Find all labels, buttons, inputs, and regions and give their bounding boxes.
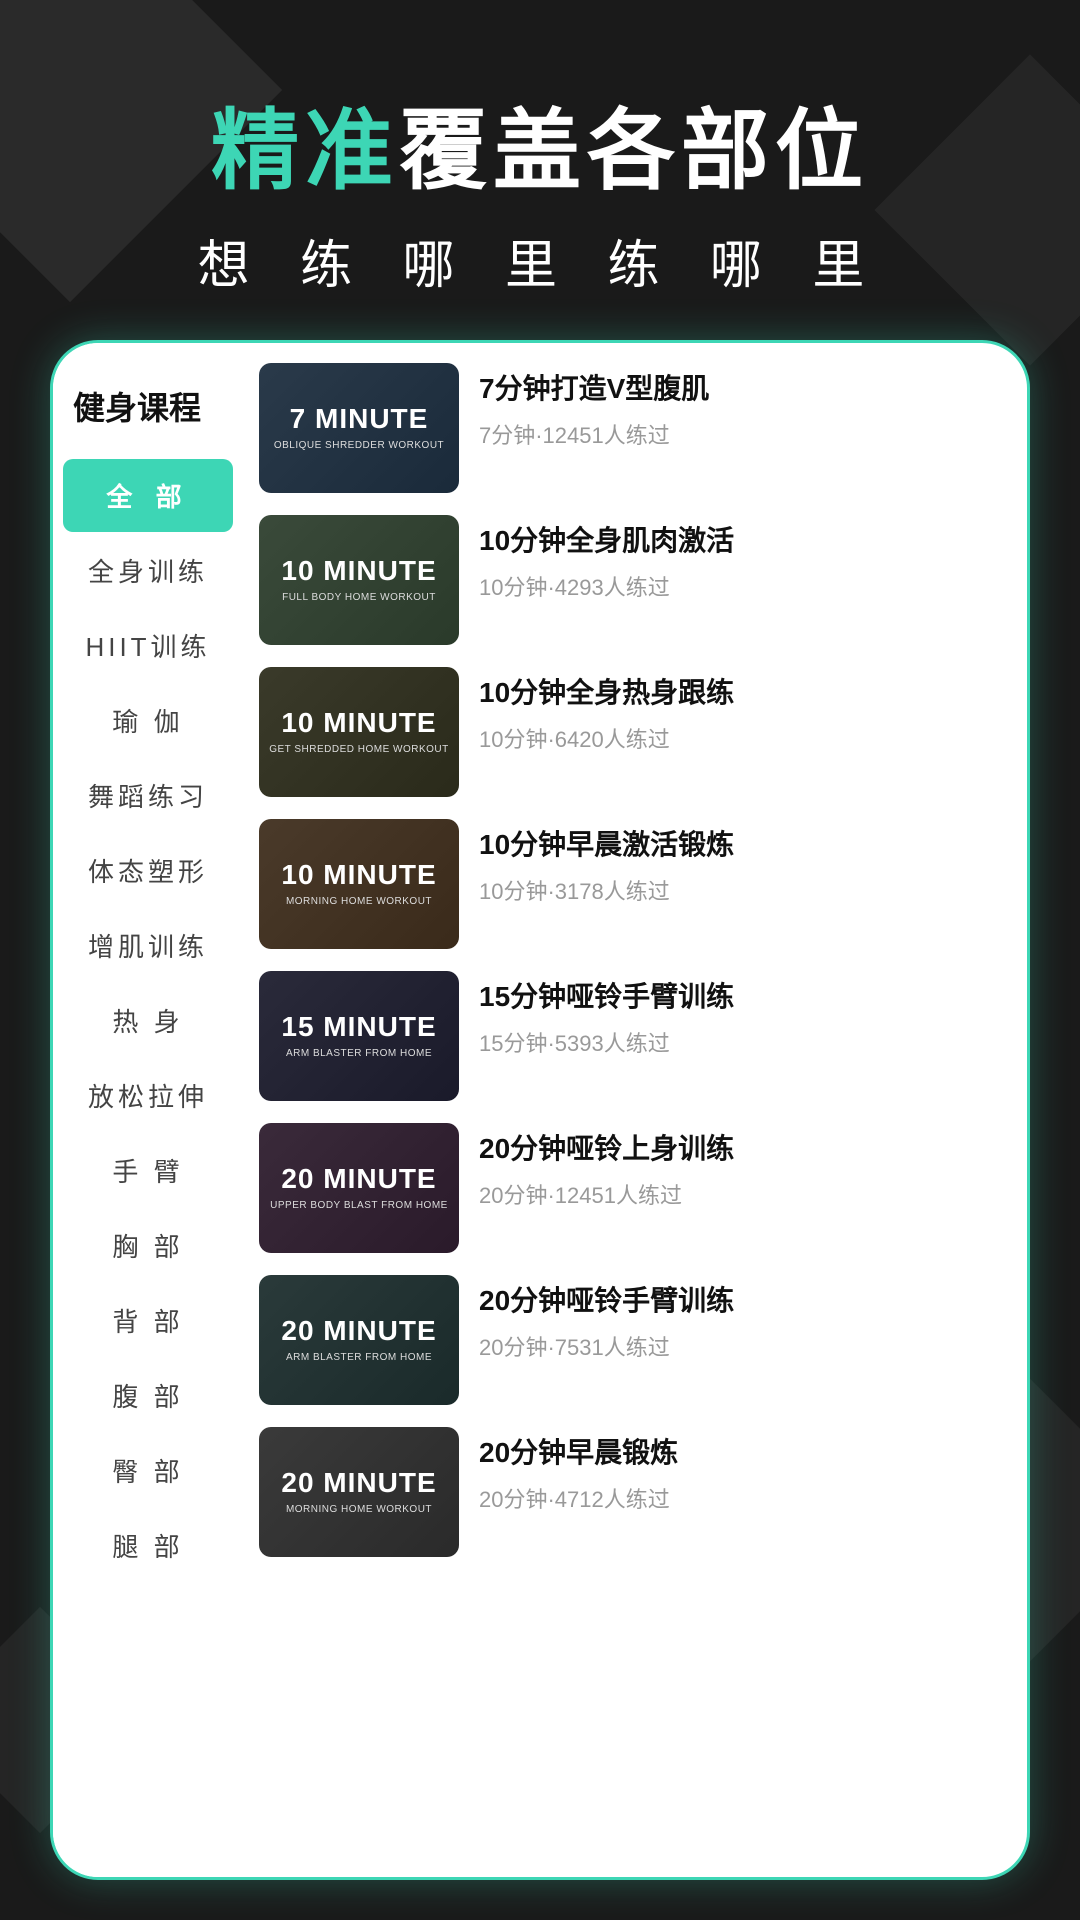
workout-title-2: 10分钟全身热身跟练 [479, 673, 1003, 712]
sidebar-item-1[interactable]: 全身训练 [63, 534, 233, 607]
workout-title-5: 20分钟哑铃上身训练 [479, 1129, 1003, 1168]
thumbnail-label-2: 10 MINUTE [269, 708, 449, 739]
main-card: 健身课程 全 部全身训练HIIT训练瑜 伽舞蹈练习体态塑形增肌训练热 身放松拉伸… [50, 340, 1030, 1880]
card-inner: 健身课程 全 部全身训练HIIT训练瑜 伽舞蹈练习体态塑形增肌训练热 身放松拉伸… [53, 343, 1027, 1877]
thumbnail-sub-5: UPPER BODY BLAST FROM HOME [270, 1199, 448, 1212]
sidebar-item-5[interactable]: 体态塑形 [63, 834, 233, 907]
thumbnail-sub-2: GET SHREDDED HOME WORKOUT [269, 743, 449, 756]
workout-item-2[interactable]: 10 MINUTE GET SHREDDED HOME WORKOUT 10分钟… [259, 667, 1003, 797]
content-area[interactable]: 7 MINUTE OBLIQUE SHREDDER WORKOUT 7分钟打造V… [243, 343, 1027, 1877]
sidebar-item-11[interactable]: 背 部 [63, 1284, 233, 1357]
thumbnail-sub-6: ARM BLASTER FROM HOME [281, 1351, 436, 1364]
workout-title-6: 20分钟哑铃手臂训练 [479, 1281, 1003, 1320]
workout-list: 7 MINUTE OBLIQUE SHREDDER WORKOUT 7分钟打造V… [259, 363, 1003, 1557]
header-normal-text: 覆盖各部位 [399, 101, 869, 200]
workout-meta-1: 10分钟·4293人练过 [479, 570, 1003, 602]
thumbnail-text-3: 10 MINUTE MORNING HOME WORKOUT [281, 860, 436, 908]
workout-info-1: 10分钟全身肌肉激活 10分钟·4293人练过 [479, 515, 1003, 602]
workout-title-3: 10分钟早晨激活锻炼 [479, 825, 1003, 864]
thumbnail-label-4: 15 MINUTE [281, 1012, 436, 1043]
workout-thumbnail-1[interactable]: 10 MINUTE FULL BODY HOME WORKOUT [259, 515, 459, 645]
workout-thumbnail-6[interactable]: 20 MINUTE ARM BLASTER FROM HOME [259, 1275, 459, 1405]
sidebar-item-4[interactable]: 舞蹈练习 [63, 759, 233, 832]
workout-meta-6: 20分钟·7531人练过 [479, 1330, 1003, 1362]
workout-thumbnail-5[interactable]: 20 MINUTE UPPER BODY BLAST FROM HOME [259, 1123, 459, 1253]
sidebar-item-9[interactable]: 手 臂 [63, 1134, 233, 1207]
thumbnail-sub-3: MORNING HOME WORKOUT [281, 895, 436, 908]
workout-meta-3: 10分钟·3178人练过 [479, 874, 1003, 906]
sidebar-item-0[interactable]: 全 部 [63, 459, 233, 532]
thumbnail-sub-4: ARM BLASTER FROM HOME [281, 1047, 436, 1060]
workout-item-7[interactable]: 20 MINUTE MORNING HOME WORKOUT 20分钟早晨锻炼 … [259, 1427, 1003, 1557]
thumbnail-sub-1: FULL BODY HOME WORKOUT [281, 591, 436, 604]
workout-item-6[interactable]: 20 MINUTE ARM BLASTER FROM HOME 20分钟哑铃手臂… [259, 1275, 1003, 1405]
header-accent-text: 精准 [211, 101, 399, 200]
sidebar-item-14[interactable]: 腿 部 [63, 1509, 233, 1582]
sidebar-item-7[interactable]: 热 身 [63, 984, 233, 1057]
thumbnail-text-4: 15 MINUTE ARM BLASTER FROM HOME [281, 1012, 436, 1060]
header-title-line1: 精准覆盖各部位 [40, 80, 1040, 207]
workout-info-7: 20分钟早晨锻炼 20分钟·4712人练过 [479, 1427, 1003, 1514]
workout-item-0[interactable]: 7 MINUTE OBLIQUE SHREDDER WORKOUT 7分钟打造V… [259, 363, 1003, 493]
workout-meta-2: 10分钟·6420人练过 [479, 722, 1003, 754]
sidebar-item-13[interactable]: 臀 部 [63, 1434, 233, 1507]
workout-thumbnail-3[interactable]: 10 MINUTE MORNING HOME WORKOUT [259, 819, 459, 949]
sidebar-item-8[interactable]: 放松拉伸 [63, 1059, 233, 1132]
workout-meta-0: 7分钟·12451人练过 [479, 418, 1003, 450]
sidebar-item-2[interactable]: HIIT训练 [63, 609, 233, 682]
workout-meta-5: 20分钟·12451人练过 [479, 1178, 1003, 1210]
header: 精准覆盖各部位 想 练 哪 里 练 哪 里 [0, 0, 1080, 338]
thumbnail-text-1: 10 MINUTE FULL BODY HOME WORKOUT [281, 556, 436, 604]
workout-item-4[interactable]: 15 MINUTE ARM BLASTER FROM HOME 15分钟哑铃手臂… [259, 971, 1003, 1101]
workout-info-5: 20分钟哑铃上身训练 20分钟·12451人练过 [479, 1123, 1003, 1210]
sidebar-item-6[interactable]: 增肌训练 [63, 909, 233, 982]
thumbnail-text-5: 20 MINUTE UPPER BODY BLAST FROM HOME [270, 1164, 448, 1212]
workout-title-4: 15分钟哑铃手臂训练 [479, 977, 1003, 1016]
thumbnail-label-1: 10 MINUTE [281, 556, 436, 587]
thumbnail-label-3: 10 MINUTE [281, 860, 436, 891]
workout-thumbnail-7[interactable]: 20 MINUTE MORNING HOME WORKOUT [259, 1427, 459, 1557]
header-subtitle: 想 练 哪 里 练 哪 里 [40, 223, 1040, 298]
sidebar-title: 健身课程 [53, 363, 243, 457]
workout-thumbnail-2[interactable]: 10 MINUTE GET SHREDDED HOME WORKOUT [259, 667, 459, 797]
workout-meta-4: 15分钟·5393人练过 [479, 1026, 1003, 1058]
workout-info-2: 10分钟全身热身跟练 10分钟·6420人练过 [479, 667, 1003, 754]
sidebar-item-12[interactable]: 腹 部 [63, 1359, 233, 1432]
workout-item-3[interactable]: 10 MINUTE MORNING HOME WORKOUT 10分钟早晨激活锻… [259, 819, 1003, 949]
workout-title-1: 10分钟全身肌肉激活 [479, 521, 1003, 560]
thumbnail-text-0: 7 MINUTE OBLIQUE SHREDDER WORKOUT [274, 404, 444, 452]
thumbnail-label-5: 20 MINUTE [270, 1164, 448, 1195]
thumbnail-sub-0: OBLIQUE SHREDDER WORKOUT [274, 439, 444, 452]
workout-title-0: 7分钟打造V型腹肌 [479, 369, 1003, 408]
sidebar-items-container: 全 部全身训练HIIT训练瑜 伽舞蹈练习体态塑形增肌训练热 身放松拉伸手 臂胸 … [53, 459, 243, 1582]
workout-info-6: 20分钟哑铃手臂训练 20分钟·7531人练过 [479, 1275, 1003, 1362]
sidebar-item-3[interactable]: 瑜 伽 [63, 684, 233, 757]
workout-info-4: 15分钟哑铃手臂训练 15分钟·5393人练过 [479, 971, 1003, 1058]
thumbnail-text-6: 20 MINUTE ARM BLASTER FROM HOME [281, 1316, 436, 1364]
thumbnail-label-0: 7 MINUTE [274, 404, 444, 435]
sidebar[interactable]: 健身课程 全 部全身训练HIIT训练瑜 伽舞蹈练习体态塑形增肌训练热 身放松拉伸… [53, 343, 243, 1877]
thumbnail-sub-7: MORNING HOME WORKOUT [281, 1503, 436, 1516]
thumbnail-label-7: 20 MINUTE [281, 1468, 436, 1499]
thumbnail-label-6: 20 MINUTE [281, 1316, 436, 1347]
workout-thumbnail-4[interactable]: 15 MINUTE ARM BLASTER FROM HOME [259, 971, 459, 1101]
workout-item-5[interactable]: 20 MINUTE UPPER BODY BLAST FROM HOME 20分… [259, 1123, 1003, 1253]
workout-info-0: 7分钟打造V型腹肌 7分钟·12451人练过 [479, 363, 1003, 450]
sidebar-item-10[interactable]: 胸 部 [63, 1209, 233, 1282]
workout-info-3: 10分钟早晨激活锻炼 10分钟·3178人练过 [479, 819, 1003, 906]
workout-title-7: 20分钟早晨锻炼 [479, 1433, 1003, 1472]
workout-item-1[interactable]: 10 MINUTE FULL BODY HOME WORKOUT 10分钟全身肌… [259, 515, 1003, 645]
workout-thumbnail-0[interactable]: 7 MINUTE OBLIQUE SHREDDER WORKOUT [259, 363, 459, 493]
thumbnail-text-7: 20 MINUTE MORNING HOME WORKOUT [281, 1468, 436, 1516]
thumbnail-text-2: 10 MINUTE GET SHREDDED HOME WORKOUT [269, 708, 449, 756]
workout-meta-7: 20分钟·4712人练过 [479, 1482, 1003, 1514]
